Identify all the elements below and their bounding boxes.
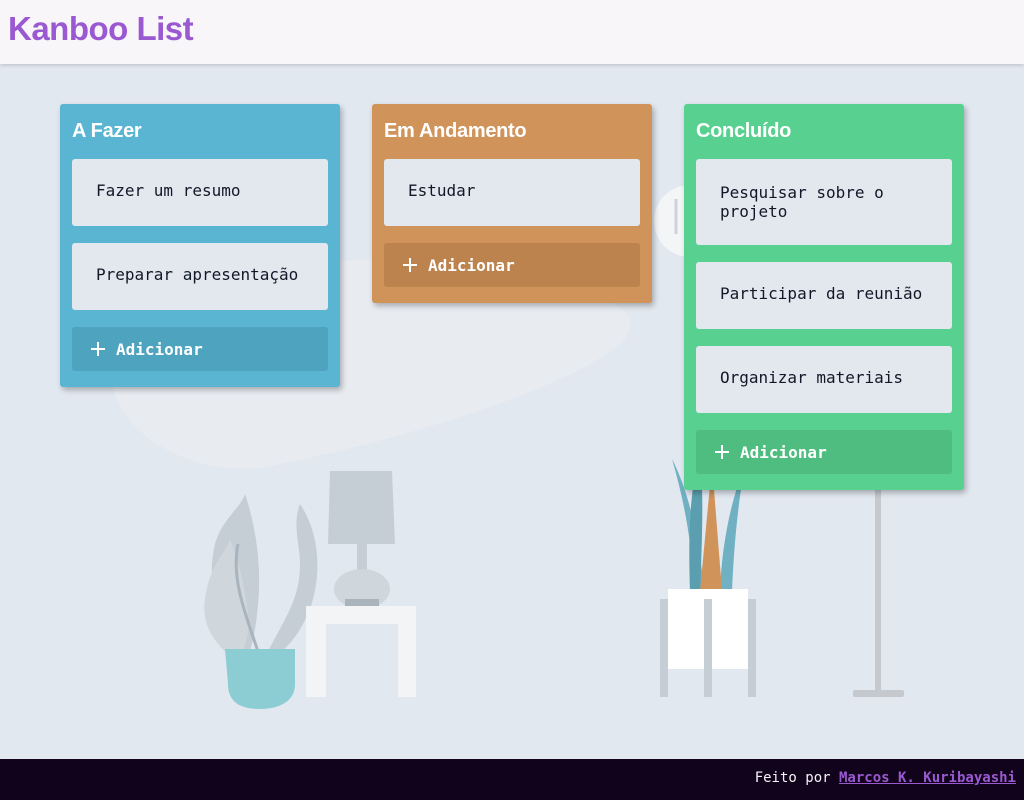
app-title: Kanboo List [8,10,194,47]
add-card-button[interactable]: Adicionar [72,327,328,371]
app-header: Kanboo List [0,0,1024,64]
task-card[interactable]: Estudar [384,159,640,226]
plus-icon [403,258,417,272]
task-card[interactable]: Pesquisar sobre o projeto [696,159,952,245]
column-todo: A Fazer Fazer um resumo Preparar apresen… [60,104,340,387]
column-done: Concluído Pesquisar sobre o projeto Part… [684,104,964,490]
task-card[interactable]: Fazer um resumo [72,159,328,226]
add-card-label: Adicionar [116,339,203,359]
lamp-table-illustration [306,471,416,697]
column-title: Concluído [696,120,792,142]
footer: Feito por Marcos K. Kuribayashi [0,759,1024,800]
add-card-button[interactable]: Adicionar [696,430,952,474]
plus-icon [91,342,105,356]
column-in-progress: Em Andamento Estudar Adicionar [372,104,652,303]
footer-credit: Feito por Marcos K. Kuribayashi [755,770,1016,786]
add-card-button[interactable]: Adicionar [384,243,640,287]
floor-lamp-illustration [853,484,904,697]
task-card[interactable]: Participar da reunião [696,262,952,329]
author-link[interactable]: Marcos K. Kuribayashi [839,770,1016,786]
task-card[interactable]: Preparar apresentação [72,243,328,310]
plus-icon [715,445,729,459]
plant-right-illustration [660,459,756,697]
column-title: Em Andamento [384,120,527,142]
column-title: A Fazer [72,120,142,142]
add-card-label: Adicionar [428,255,515,275]
task-card[interactable]: Organizar materiais [696,346,952,413]
footer-prefix: Feito por [754,770,831,786]
add-card-label: Adicionar [740,442,827,462]
plant-left-illustration [204,494,318,709]
